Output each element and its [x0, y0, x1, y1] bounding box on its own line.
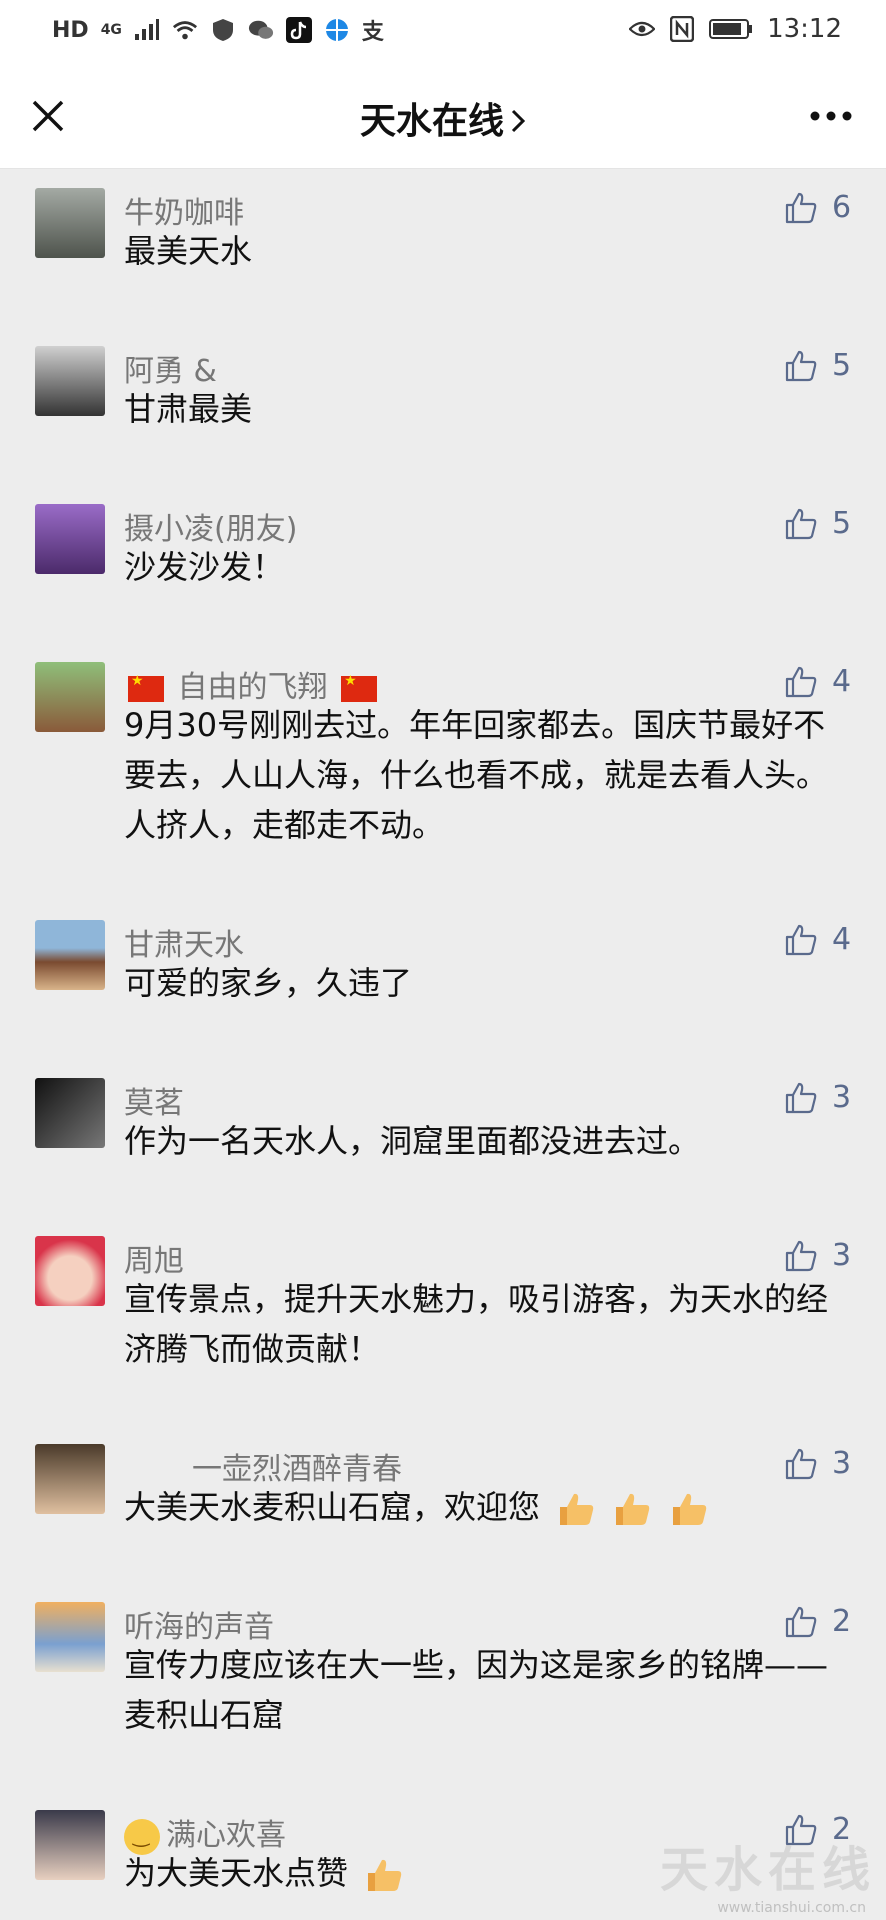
more-icon[interactable]: [808, 108, 854, 122]
like-count: 3: [832, 1238, 852, 1273]
like-button[interactable]: 3: [784, 1446, 851, 1481]
comment-text: 沙发沙发！: [124, 548, 285, 586]
avatar[interactable]: [35, 920, 105, 990]
comment-text: 大美天水麦积山石窟，欢迎您: [124, 1482, 854, 1532]
avatar[interactable]: [35, 1444, 105, 1514]
thumbs-up-icon: [785, 666, 817, 697]
comment-text: 甘肃最美: [124, 390, 253, 428]
like-count: 5: [832, 348, 852, 383]
page-title[interactable]: 天水在线: [0, 92, 886, 144]
like-button[interactable]: 5: [784, 348, 851, 383]
thumbs-up-icon: [785, 192, 817, 223]
comment-text-content: 大美天水麦积山石窟，欢迎您: [124, 1488, 541, 1526]
thumbs-up-emoji-icon: [368, 1859, 402, 1891]
clock: 13:12: [767, 14, 842, 44]
avatar[interactable]: [35, 1810, 105, 1880]
like-count: 6: [832, 190, 852, 225]
thumbs-up-emoji-icon: [616, 1493, 650, 1525]
browser-icon: [324, 17, 350, 43]
comment-text: 宣传景点，提升天水魅力，吸引游客，为天水的经济腾飞而做贡献！: [124, 1280, 829, 1368]
like-count: 4: [832, 664, 852, 699]
like-button[interactable]: 3: [784, 1080, 851, 1115]
like-button[interactable]: 5: [784, 506, 851, 541]
avatar[interactable]: [35, 1602, 105, 1672]
thumbs-up-emoji-icon: [672, 1493, 706, 1525]
thumbs-up-icon: [785, 350, 817, 381]
thumbs-up-icon: [785, 1082, 817, 1113]
eye-icon: [629, 16, 656, 42]
chevron-right-icon: [510, 103, 526, 144]
like-count: 4: [832, 922, 852, 957]
avatar[interactable]: [35, 188, 105, 258]
avatar[interactable]: [35, 662, 105, 732]
wifi-icon: [172, 17, 198, 43]
network-type: 4G: [100, 22, 122, 38]
like-count: 3: [832, 1446, 852, 1481]
watermark-logo: 天水在线: [659, 1842, 876, 1898]
thumbs-up-icon: [785, 924, 817, 955]
thumbs-up-icon: [785, 1240, 817, 1271]
comment-text: 9月30号刚刚去过。年年回家都去。国庆节最好不要去，人山人海，什么也看不成，就是…: [124, 706, 829, 844]
comment-text: 作为一名天水人，洞窟里面都没进去过。: [124, 1122, 701, 1160]
like-button[interactable]: 3: [784, 1238, 851, 1273]
hd-indicator: HD: [52, 17, 89, 43]
watermark-url: www.tianshui.com.cn: [717, 1900, 866, 1916]
china-flag-icon: [341, 673, 378, 702]
signal-icon: [134, 17, 160, 43]
like-button[interactable]: 2: [784, 1604, 851, 1639]
account-name: 天水在线: [359, 101, 504, 142]
avatar[interactable]: [35, 504, 105, 574]
like-button[interactable]: 4: [784, 922, 851, 957]
comment-text: 宣传力度应该在大一些，因为这是家乡的铭牌——麦积山石窟: [124, 1646, 829, 1734]
like-count: 2: [832, 1604, 852, 1639]
like-button[interactable]: 6: [784, 190, 851, 225]
wechat-icon: [248, 17, 274, 43]
comment-text-content: 为大美天水点赞: [124, 1854, 349, 1892]
nfc-icon: [669, 16, 695, 42]
thumbs-up-icon: [785, 1606, 817, 1637]
thumbs-up-icon: [785, 508, 817, 539]
avatar[interactable]: [35, 1078, 105, 1148]
shield-icon: [210, 17, 236, 43]
thumbs-up-icon: [785, 1448, 817, 1479]
avatar[interactable]: [35, 1236, 105, 1306]
avatar[interactable]: [35, 346, 105, 416]
tiktok-icon: [285, 17, 312, 43]
comment-text: 可爱的家乡，久违了: [124, 964, 413, 1002]
like-button[interactable]: 4: [784, 664, 851, 699]
status-bar: HD 4G 支 13:12: [0, 0, 886, 64]
china-flag-icon: [128, 673, 164, 702]
thumbs-up-emoji-icon: [560, 1493, 594, 1525]
battery-icon: [709, 16, 753, 42]
nav-bar: 天水在线: [0, 64, 886, 169]
alipay-icon: 支: [361, 20, 384, 45]
like-count: 3: [832, 1080, 852, 1115]
comment-text: 最美天水: [124, 232, 253, 270]
like-count: 5: [832, 506, 852, 541]
